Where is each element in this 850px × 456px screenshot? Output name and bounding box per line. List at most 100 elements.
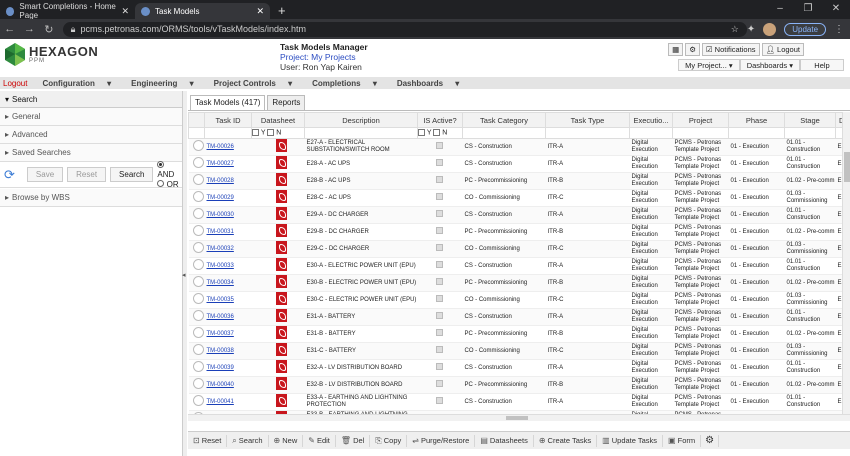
row-select-radio[interactable] [192,208,204,219]
cell-select[interactable] [188,359,205,377]
row-select-radio[interactable] [192,225,204,236]
filter-n-checkbox[interactable] [267,129,275,137]
row-select-radio[interactable] [192,191,204,202]
close-tab-icon[interactable]: ✕ [256,6,264,17]
form-button[interactable]: ▣ Form [663,434,702,447]
pdf-icon[interactable] [275,173,287,186]
task-id-value[interactable]: TM-00032 [207,246,234,252]
cell-task-id[interactable]: TM-00039 [204,359,252,377]
row-select-radio[interactable] [192,259,204,270]
filter-task-id[interactable] [204,127,252,139]
extensions-icon[interactable]: ✦ [747,24,755,35]
col-is-active[interactable]: IS Active? [417,112,463,128]
row-select-radio[interactable] [192,378,204,389]
row-select-radio[interactable] [192,327,204,338]
project-link[interactable]: Project: My Projects [280,52,368,62]
reset-button[interactable]: ⊡ Reset [188,434,228,447]
back-icon[interactable]: ← [0,23,20,35]
table-row[interactable]: TM-00037 E31-B - BATTERY PC - Precommissio… [188,325,850,343]
row-select-radio[interactable] [192,395,204,406]
row-select-radio[interactable] [192,157,204,168]
update-tasks-button[interactable]: ▥ Update Tasks [597,434,664,447]
cell-task-id[interactable]: TM-00035 [204,291,252,309]
pdf-icon[interactable] [275,394,287,407]
table-row[interactable]: TM-00030 E29-A - DC CHARGER CS - Construct… [188,206,850,224]
task-id-value[interactable]: TM-00027 [207,161,234,167]
task-id-value[interactable]: TM-00037 [207,331,234,337]
pdf-icon[interactable] [275,190,287,203]
cell-select[interactable] [188,325,205,343]
row-select-radio[interactable] [192,140,204,151]
help-menu[interactable]: Help [800,59,844,71]
horizontal-scrollbar[interactable] [188,414,850,421]
cell-task-id[interactable]: TM-00037 [204,325,252,343]
minimize-icon[interactable]: – [766,0,794,17]
bookmark-star-icon[interactable]: ☆ [731,24,739,35]
radio-selected[interactable] [157,160,165,168]
row-select-radio[interactable] [192,293,204,304]
browser-tab-home[interactable]: Smart Completions - Home Page ✕ [0,2,135,20]
filter-stage[interactable] [784,127,836,139]
scroll-thumb[interactable] [844,152,850,182]
delete-button[interactable]: 🗑︎ Del [336,434,371,447]
cell-select[interactable] [188,206,205,224]
browser-tab-task-models[interactable]: Task Models ✕ [135,3,270,19]
cell-task-id[interactable]: TM-00029 [204,189,252,207]
filter-task-type[interactable] [545,127,630,139]
browse-by-wbs[interactable]: ▸ Browse by WBS [0,189,182,207]
cell-task-id[interactable]: TM-00041 [204,393,252,411]
col-datasheet[interactable]: Datasheet [251,112,305,128]
filter-execution[interactable] [629,127,673,139]
cell-select[interactable] [188,257,205,275]
cell-select[interactable] [188,172,205,190]
datasheets-button[interactable]: ▤ Datasheets [475,434,534,447]
refresh-icon[interactable]: ⟳ [4,167,15,183]
search-button[interactable]: Search [110,167,154,182]
pdf-icon[interactable] [275,258,287,271]
pdf-icon[interactable] [275,309,287,322]
cell-task-id[interactable]: TM-00031 [204,223,252,241]
filter-y-checkbox[interactable] [418,129,425,137]
task-id-value[interactable]: TM-00031 [207,229,234,235]
save-search-button[interactable]: Save [26,167,64,182]
cell-select[interactable] [188,138,205,156]
scroll-thumb[interactable] [506,416,528,420]
cell-select[interactable] [188,308,205,326]
pdf-icon[interactable] [275,292,287,305]
maximize-icon[interactable]: ❐ [794,0,822,17]
cell-select[interactable] [188,240,205,258]
section-general[interactable]: ▸ General [0,108,182,126]
reset-search-button[interactable]: Reset [67,167,107,182]
filter-task-category[interactable] [462,127,546,139]
table-row[interactable]: TM-00031 E29-B - DC CHARGER PC - Precommis… [188,223,850,241]
cell-select[interactable] [188,223,205,241]
row-select-radio[interactable] [192,361,204,372]
pdf-icon[interactable] [275,326,287,339]
tab-task-models[interactable]: Task Models (417) [190,95,266,110]
task-id-value[interactable]: TM-00041 [207,399,234,405]
profile-avatar[interactable] [763,22,777,36]
filter-y-checkbox[interactable] [252,129,259,137]
table-row[interactable]: TM-00035 E30-C - ELECTRIC POWER UNIT (EPU… [188,291,850,309]
search-panel-header[interactable]: ▾ Search [0,91,182,108]
radio-unselected[interactable] [157,179,165,187]
cell-task-id[interactable]: TM-00026 [204,138,252,156]
pdf-icon[interactable] [275,207,287,220]
task-id-value[interactable]: TM-00036 [207,314,234,320]
or-option[interactable]: OR [157,179,182,189]
cell-select[interactable] [188,155,205,173]
cell-task-id[interactable]: TM-00028 [204,172,252,190]
cell-task-id[interactable]: TM-00032 [204,240,252,258]
menu-dashboards[interactable]: Dashboards ▾ [387,79,469,88]
collapse-arrow-icon[interactable]: ◂ [182,271,186,279]
create-tasks-button[interactable]: ⊕ Create Tasks [534,434,598,447]
menu-engineering[interactable]: Engineering ▾ [121,79,203,88]
toolbar-settings-button[interactable]: ⚙ [701,434,720,447]
cell-task-id[interactable]: TM-00034 [204,274,252,292]
table-row[interactable]: TM-00036 E31-A - BATTERY CS - Construction… [188,308,850,326]
filter-project[interactable] [672,127,729,139]
cell-select[interactable] [188,376,205,394]
cell-select[interactable] [188,342,205,360]
row-select-radio[interactable] [192,310,204,321]
col-task-id[interactable]: Task ID [204,112,252,128]
